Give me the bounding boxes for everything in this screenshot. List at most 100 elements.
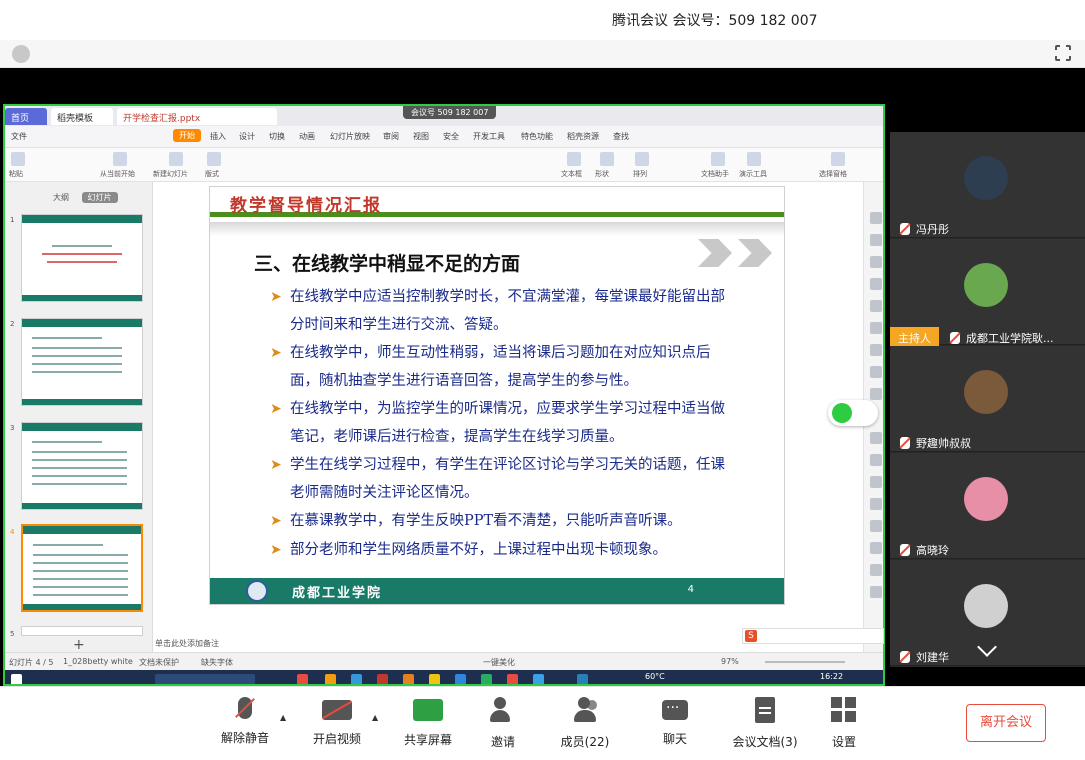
slide-canvas[interactable]: 教学督导情况汇报 三、在线教学中稍显不足的方面 ➤ 在线教学中应适当控制教学时长，… — [209, 186, 785, 605]
fullscreen-icon[interactable] — [1054, 44, 1072, 62]
tool-icon[interactable] — [870, 388, 882, 400]
share-screen-button[interactable]: 共享屏幕 — [393, 697, 463, 748]
tool-icon[interactable] — [870, 520, 882, 532]
tool-icon[interactable] — [870, 498, 882, 510]
menu-insert[interactable]: 插入 — [210, 131, 226, 142]
tool-icon[interactable] — [870, 564, 882, 576]
taskbar-app-icon[interactable] — [325, 674, 336, 684]
invite-button[interactable]: 邀请 — [468, 697, 538, 750]
tool-icon[interactable] — [870, 322, 882, 334]
textbox-icon[interactable] — [567, 152, 581, 166]
video-options-caret-icon[interactable]: ▲ — [372, 713, 378, 722]
tab-slides[interactable]: 幻灯片 — [81, 192, 118, 203]
chat-button[interactable]: 聊天 — [640, 697, 710, 747]
slide-thumbnail[interactable] — [21, 626, 143, 636]
menu-home[interactable]: 开始 — [173, 129, 201, 142]
ime-toolbar[interactable]: S — [742, 628, 884, 644]
top-toolbar — [0, 40, 1085, 68]
beautify-button[interactable]: 一键美化 — [483, 657, 515, 668]
avatar — [964, 263, 1008, 307]
participant-card[interactable]: 野趣帅叔叔 — [890, 346, 1085, 452]
taskbar-app-icon[interactable] — [533, 674, 544, 684]
tool-icon[interactable] — [870, 454, 882, 466]
zoom-slider[interactable] — [765, 661, 845, 663]
taskbar-app-icon[interactable] — [377, 674, 388, 684]
tool-icon[interactable] — [870, 344, 882, 356]
participant-card[interactable]: 主持人 成都工业学院耿... — [890, 239, 1085, 349]
slide-thumbnail[interactable] — [21, 422, 143, 510]
slide-thumbnail[interactable] — [21, 214, 143, 302]
menu-file[interactable]: 文件 — [11, 131, 27, 142]
tool-icon[interactable] — [870, 476, 882, 488]
tool-icon[interactable] — [870, 586, 882, 598]
share-screen-icon — [413, 699, 443, 721]
windows-icon[interactable] — [11, 674, 22, 684]
menu-search[interactable]: 查找 — [613, 131, 629, 142]
tool-icon[interactable] — [870, 300, 882, 312]
tool-icon[interactable] — [870, 212, 882, 224]
taskbar-app-icon[interactable] — [577, 674, 588, 684]
menu-developer[interactable]: 开发工具 — [473, 131, 505, 142]
tab-outline[interactable]: 大纲 — [53, 193, 69, 202]
participant-card[interactable]: 高晓玲 — [890, 453, 1085, 559]
arrow-bullet-icon: ➤ — [270, 457, 282, 473]
thumb-number: 3 — [10, 424, 15, 432]
meeting-docs-button[interactable]: 会议文档(3) — [730, 697, 800, 750]
tool-icon[interactable] — [870, 366, 882, 378]
shield-icon[interactable] — [12, 45, 30, 63]
paste-icon[interactable] — [11, 152, 25, 166]
menu-features[interactable]: 特色功能 — [521, 131, 553, 142]
tool-icon[interactable] — [870, 256, 882, 268]
menu-design[interactable]: 设计 — [239, 131, 255, 142]
floating-meeting-badge[interactable] — [828, 400, 878, 426]
present-tools-icon[interactable] — [747, 152, 761, 166]
menu-transition[interactable]: 切换 — [269, 131, 285, 142]
participant-card[interactable]: 冯丹彤 — [890, 132, 1085, 238]
tab-templates[interactable]: 稻壳模板 — [51, 108, 113, 125]
menu-animation[interactable]: 动画 — [299, 131, 315, 142]
menu-resources[interactable]: 稻壳资源 — [567, 131, 599, 142]
taskbar-app-icon[interactable] — [403, 674, 414, 684]
slide-thumbnail-selected[interactable] — [21, 524, 143, 612]
shape-icon[interactable] — [600, 152, 614, 166]
taskbar-item[interactable] — [155, 674, 255, 684]
doc-assistant-icon[interactable] — [711, 152, 725, 166]
select-pane-icon[interactable] — [831, 152, 845, 166]
tab-home[interactable]: 首页 — [5, 108, 47, 125]
taskbar-app-icon[interactable] — [481, 674, 492, 684]
members-button[interactable]: 成员(22) — [550, 697, 620, 750]
layout-icon[interactable] — [207, 152, 221, 166]
menu-view[interactable]: 视图 — [413, 131, 429, 142]
menu-slideshow[interactable]: 幻灯片放映 — [330, 131, 370, 142]
arrange-icon[interactable] — [635, 152, 649, 166]
tool-icon[interactable] — [870, 234, 882, 246]
start-video-button[interactable]: 开启视频 — [302, 697, 372, 747]
tab-document[interactable]: 开学检查汇报.pptx — [117, 108, 277, 125]
tool-icon[interactable] — [870, 432, 882, 444]
slide-thumbnail[interactable] — [21, 318, 143, 406]
menu-review[interactable]: 审阅 — [383, 131, 399, 142]
settings-button[interactable]: 设置 — [809, 697, 879, 750]
notes-placeholder[interactable]: 单击此处添加备注 — [155, 638, 219, 649]
play-icon[interactable] — [113, 152, 127, 166]
taskbar-app-icon[interactable] — [351, 674, 362, 684]
taskbar-app-icon[interactable] — [455, 674, 466, 684]
doc-assistant-label: 文档助手 — [701, 170, 729, 178]
new-slide-icon[interactable] — [169, 152, 183, 166]
mic-options-caret-icon[interactable]: ▲ — [280, 713, 286, 722]
protect-status[interactable]: 文档未保护 — [139, 657, 179, 668]
arrow-bullet-icon: ➤ — [270, 542, 282, 558]
tool-icon[interactable] — [870, 278, 882, 290]
select-pane-label: 选择窗格 — [819, 170, 847, 178]
participant-name: 高晓玲 — [900, 542, 949, 558]
add-slide-icon[interactable]: + — [73, 637, 85, 653]
taskbar-app-icon[interactable] — [297, 674, 308, 684]
taskbar-app-icon[interactable] — [429, 674, 440, 684]
title-bar: 腾讯会议 会议号：509 182 007 — [0, 0, 1085, 40]
unmute-button[interactable]: 解除静音 — [210, 697, 280, 746]
menu-security[interactable]: 安全 — [443, 131, 459, 142]
taskbar-app-icon[interactable] — [507, 674, 518, 684]
tool-icon[interactable] — [870, 542, 882, 554]
leave-meeting-button[interactable]: 离开会议 — [966, 704, 1046, 742]
missing-font[interactable]: 缺失字体 — [201, 657, 233, 668]
